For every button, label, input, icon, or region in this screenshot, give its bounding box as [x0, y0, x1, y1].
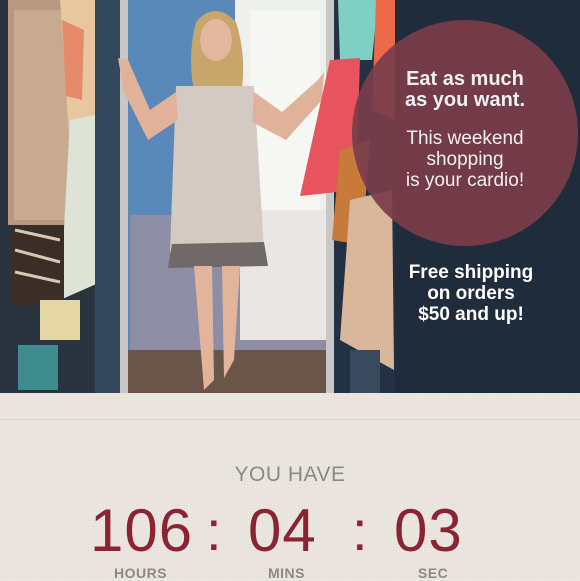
hours-value: 106 — [90, 497, 194, 564]
shipping-line: Free shipping — [408, 262, 534, 283]
promo-circle: Eat as much as you want. This weekend sh… — [352, 20, 578, 246]
countdown-heading: YOU HAVE — [234, 463, 346, 486]
seconds-value: 03 — [394, 497, 463, 564]
promo-subtext: This weekend shopping is your cardio! — [406, 128, 524, 191]
shipping-line: on orders — [427, 283, 515, 304]
shipping-line: $50 and up! — [418, 304, 524, 325]
minutes-label: MINS — [268, 565, 305, 581]
time-separator: : — [352, 499, 368, 562]
promo-sub-line: This weekend — [406, 128, 524, 149]
promo-headline: Eat as much as you want. — [405, 69, 525, 111]
divider — [0, 419, 580, 420]
promo-headline-line: Eat as much — [406, 68, 524, 90]
promo-headline-line: as you want. — [404, 89, 526, 111]
free-shipping-text: Free shipping on orders $50 and up! — [368, 262, 574, 325]
hours-label: HOURS — [114, 565, 168, 581]
promo-sub-line: is your cardio! — [405, 170, 525, 191]
seconds-label: SEC — [418, 565, 449, 581]
countdown-section: YOU HAVE 106 : 04 : 03 HOURS MINS SEC — [0, 393, 580, 581]
time-separator: : — [206, 499, 222, 562]
minutes-value: 04 — [248, 497, 317, 564]
promo-sub-line: shopping — [426, 149, 504, 170]
hero-banner: Eat as much as you want. This weekend sh… — [0, 0, 580, 393]
